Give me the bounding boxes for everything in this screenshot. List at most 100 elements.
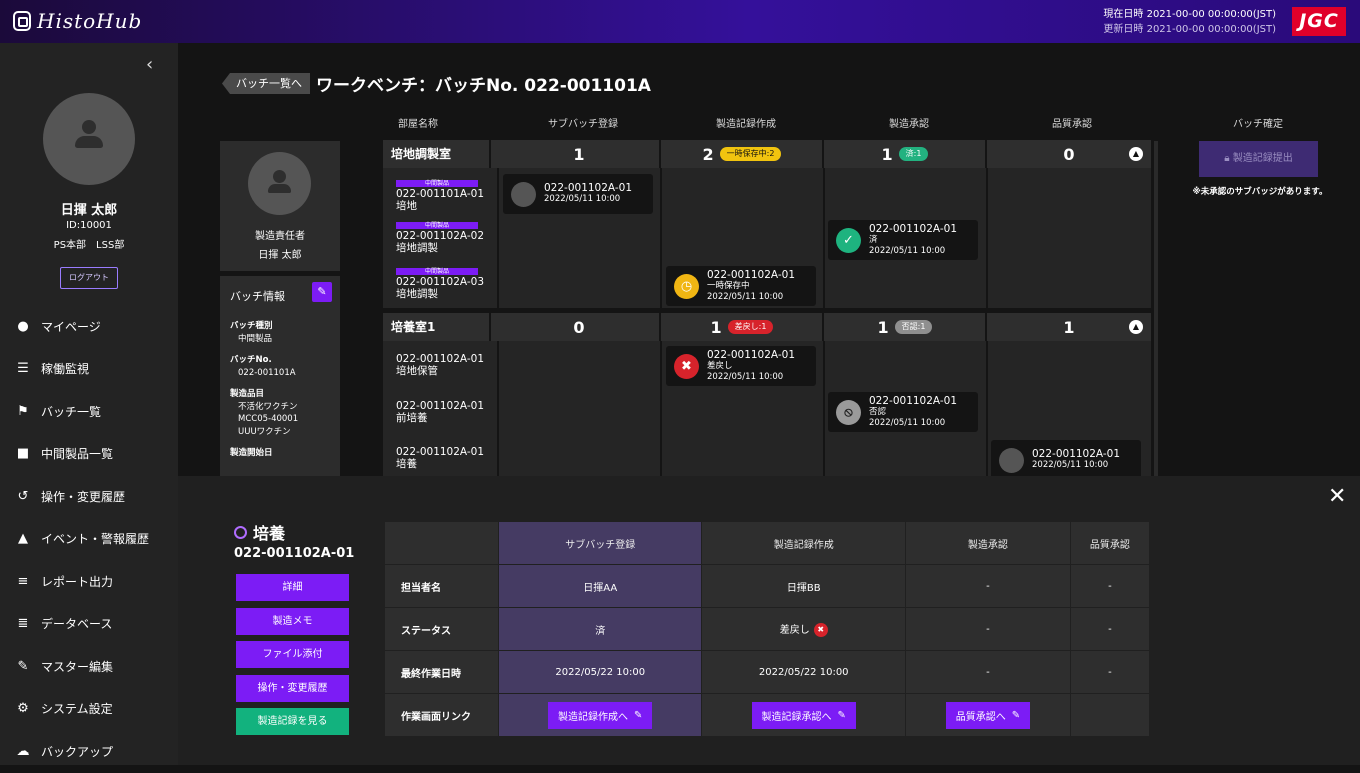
- nav-item-master[interactable]: ✎ マスター編集: [0, 645, 178, 688]
- collapse-room-icon[interactable]: ▲: [1129, 320, 1143, 334]
- col-room: 部屋名称: [398, 119, 438, 130]
- sub-batch-detail-panel: ✕ 培養 022-001102A-01 詳細 製造メモ ファイル添付 操作・変更…: [178, 476, 1360, 765]
- nav-item-settings[interactable]: ⚙ システム設定: [0, 688, 178, 731]
- product-label: 製造品目: [230, 389, 265, 399]
- sub-batch-id: 022-001102A-01: [396, 446, 485, 458]
- card-status: 済: [869, 234, 878, 245]
- nav-item-mypage[interactable]: ● マイページ: [0, 305, 178, 348]
- start-date-label: 製造開始日: [230, 448, 273, 458]
- count-quality: 0: [988, 140, 1150, 168]
- table-cell: 済: [497, 607, 703, 651]
- detail-batch-no: 022-001102A-01: [234, 546, 355, 561]
- edit-icon[interactable]: ✎: [312, 282, 332, 302]
- avatar: [248, 152, 311, 215]
- record-card[interactable]: ✖ 022-001102A-01 差戻し 2022/05/11 10:00: [666, 346, 816, 386]
- nav-item-backup[interactable]: ☁ バックアップ: [0, 730, 178, 773]
- nav-label: 稼働監視: [41, 362, 90, 377]
- sub-batch-name: 前培養: [396, 412, 428, 424]
- nav-label: データベース: [41, 617, 113, 632]
- table-cell: -: [1069, 607, 1151, 651]
- collapse-sidebar-icon[interactable]: ‹: [146, 54, 153, 75]
- nav-item-monitor[interactable]: ☰ 稼働監視: [0, 348, 178, 391]
- nav-item-events[interactable]: ▲ イベント・警報履歴: [0, 518, 178, 561]
- table-header: 品質承認: [1069, 521, 1151, 565]
- pencil-icon: ✎: [17, 658, 29, 674]
- table-cell: 2022/05/22 10:00: [497, 650, 703, 694]
- logout-button[interactable]: ログアウト: [60, 267, 118, 289]
- detail-title: 培養: [234, 520, 285, 544]
- table-header: サブバッチ登録: [497, 521, 703, 565]
- quality-card[interactable]: 022-001102A-01 2022/05/11 10:00: [991, 440, 1141, 480]
- edit-icon: ✎: [837, 709, 846, 721]
- batch-info-title: バッチ情報: [230, 290, 285, 303]
- record-card[interactable]: ◷ 022-001102A-01 一時保存中 2022/05/11 10:00: [666, 266, 816, 306]
- nav-item-batch-list[interactable]: ⚑ バッチ一覧: [0, 390, 178, 433]
- sub-batch-item[interactable]: 022-001102A-01 培養: [396, 446, 484, 470]
- approve-card[interactable]: ⦸ 022-001102A-01 否認 2022/05/11 10:00: [828, 392, 978, 432]
- nav-item-database[interactable]: ≣ データベース: [0, 603, 178, 646]
- close-icon[interactable]: ✕: [1328, 484, 1346, 509]
- manager-name: 日揮 太郎: [258, 250, 302, 261]
- memo-button[interactable]: 製造メモ: [236, 607, 349, 635]
- card-date: 2022/05/11 10:00: [707, 371, 784, 382]
- card-id: 022-001102A-01: [1032, 448, 1121, 460]
- count-value: 0: [1063, 144, 1075, 164]
- batch-info-body: バッチ種別 中間製品 バッチNo. 022-001101A 製造品目 不活化ワク…: [230, 320, 298, 460]
- sub-batch-item[interactable]: 022-001102A-01 前培養: [396, 400, 484, 424]
- sub-batch-item[interactable]: 022-001102A-01 培地保管: [396, 353, 484, 377]
- page-title: ワークベンチ：バッチNo. 022-001101A: [316, 76, 651, 96]
- nav-item-history[interactable]: ↺ 操作・変更履歴: [0, 475, 178, 518]
- count-value: 1: [1063, 317, 1075, 337]
- avatar: [43, 93, 135, 185]
- table-cell: -: [904, 607, 1071, 651]
- card-date: 2022/05/11 10:00: [1032, 460, 1109, 470]
- manager-panel: 製造責任者 日揮 太郎: [220, 141, 340, 271]
- flag-icon: ⚑: [17, 403, 29, 419]
- user-id: ID:10001: [66, 220, 112, 231]
- status-badge: 一時保存中:2: [719, 147, 782, 161]
- room-header: 培地調製室 1 2 一時保存中:2 1 済:1 0 ▲: [383, 140, 1151, 168]
- nav-item-report[interactable]: ≡ レポート出力: [0, 560, 178, 603]
- nav-item-intermediate[interactable]: ■ 中間製品一覧: [0, 433, 178, 476]
- count-value: 1: [710, 317, 722, 337]
- sub-batch-item[interactable]: 中間製品 022-001101A-01 培地: [396, 176, 484, 212]
- top-bar: HistoHub 現在日時 2021-00-00 00:00:00(JST) 更…: [0, 0, 1360, 43]
- status-badge: 差戻し:1: [727, 320, 774, 334]
- bottle-icon: ■: [16, 446, 30, 462]
- back-to-batch-list-button[interactable]: バッチ一覧へ: [222, 73, 310, 94]
- detail-button[interactable]: 詳細: [236, 574, 349, 601]
- database-icon: ≣: [17, 616, 29, 632]
- card-date: 2022/05/11 10:00: [544, 194, 621, 204]
- nav-label: バックアップ: [41, 744, 114, 759]
- status-text: 差戻し: [779, 625, 810, 636]
- product-value: MCC05-40001: [238, 414, 299, 424]
- pending-icon: [511, 181, 536, 207]
- table-cell: -: [1069, 564, 1151, 608]
- attach-file-button[interactable]: ファイル添付: [236, 641, 349, 668]
- count-sub: 1: [499, 140, 661, 168]
- detail-actions: 詳細 製造メモ ファイル添付 操作・変更履歴 製造記録を見る: [236, 574, 349, 742]
- submit-record-button[interactable]: 🔒︎ 製造記録提出: [1199, 141, 1318, 177]
- link-label: 製造記録承認へ: [761, 711, 832, 723]
- sub-batch-card[interactable]: 022-001102A-01 2022/05/11 10:00: [503, 174, 653, 214]
- batch-type-value: 中間製品: [238, 333, 273, 344]
- detail-table: サブバッチ登録 製造記録作成 製造承認 品質承認 担当者名 日揮AA 日揮BB …: [384, 521, 1151, 737]
- history-button[interactable]: 操作・変更履歴: [236, 674, 349, 702]
- count-value: 1: [877, 317, 889, 337]
- sub-batch-item[interactable]: 中間製品 022-001102A-02 培地調製: [396, 218, 484, 254]
- card-date: 2022/05/11 10:00: [869, 245, 946, 256]
- table-cell: 品質承認へ ✎: [904, 693, 1071, 737]
- count-record: 1 差戻し:1: [662, 313, 824, 341]
- record-approve-link-button[interactable]: 製造記録承認へ ✎: [751, 701, 856, 729]
- nav-label: マスター編集: [41, 659, 114, 674]
- collapse-room-icon[interactable]: ▲: [1129, 147, 1143, 161]
- count-record: 2 一時保存中:2: [662, 140, 824, 168]
- approve-card[interactable]: ✓ 022-001102A-01 済 2022/05/11 10:00: [828, 220, 978, 260]
- record-create-link-button[interactable]: 製造記録作成へ ✎: [548, 701, 653, 729]
- logo[interactable]: HistoHub: [13, 9, 142, 33]
- sub-batch-item[interactable]: 中間製品 022-001102A-03 培地調製: [396, 264, 484, 300]
- view-record-button[interactable]: 製造記録を見る: [236, 708, 349, 735]
- quality-approve-link-button[interactable]: 品質承認へ ✎: [945, 701, 1031, 729]
- col-confirm: バッチ確定: [1233, 119, 1283, 130]
- unapproved-warning: ※未承認のサブバッジがあります。: [1192, 187, 1328, 197]
